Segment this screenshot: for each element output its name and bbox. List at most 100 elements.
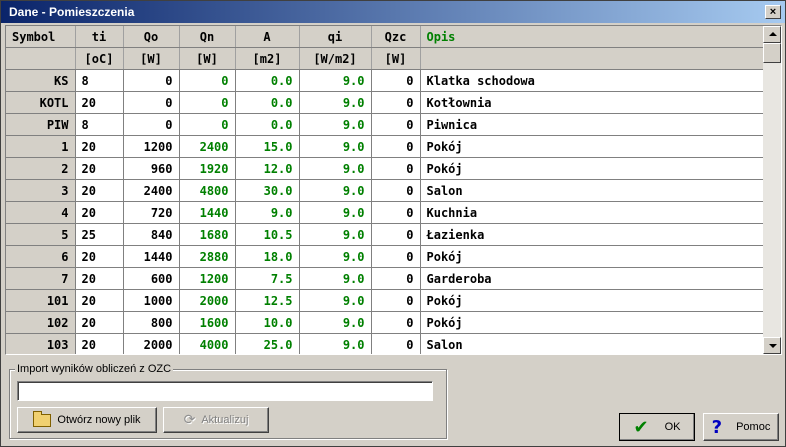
- cell-symbol[interactable]: 102: [6, 311, 76, 334]
- cell-qn[interactable]: 1680: [179, 223, 236, 246]
- cell-qi[interactable]: 9.0: [299, 245, 372, 268]
- cell-qi[interactable]: 9.0: [299, 201, 372, 224]
- cell-qzc[interactable]: 0: [371, 267, 421, 290]
- cell-a[interactable]: 10.5: [235, 223, 300, 246]
- cell-a[interactable]: 12.0: [235, 157, 300, 180]
- cell-ti[interactable]: 20: [75, 201, 124, 224]
- cell-qn[interactable]: 4000: [179, 333, 236, 354]
- cell-qo[interactable]: 0: [123, 69, 180, 92]
- cell-ti[interactable]: 20: [75, 91, 124, 114]
- cell-qzc[interactable]: 0: [371, 113, 421, 136]
- cell-qo[interactable]: 960: [123, 157, 180, 180]
- cell-qn[interactable]: 1200: [179, 267, 236, 290]
- table-row[interactable]: 102 20 800 1600 10.0 9.0 0 Pokój: [6, 311, 764, 334]
- cell-a[interactable]: 0.0: [235, 91, 300, 114]
- update-button[interactable]: ⟳ Aktualizuj: [163, 407, 269, 433]
- cell-symbol[interactable]: PIW: [6, 113, 76, 136]
- cell-opis[interactable]: Garderoba: [420, 267, 764, 290]
- cell-qo[interactable]: 840: [123, 223, 180, 246]
- cell-symbol[interactable]: 3: [6, 179, 76, 202]
- cell-ti[interactable]: 20: [75, 267, 124, 290]
- table-row[interactable]: KOTL 20 0 0 0.0 9.0 0 Kotłownia: [6, 91, 764, 114]
- table-row[interactable]: 101 20 1000 2000 12.5 9.0 0 Pokój: [6, 289, 764, 312]
- cell-qi[interactable]: 9.0: [299, 135, 372, 158]
- cell-qzc[interactable]: 0: [371, 223, 421, 246]
- cell-a[interactable]: 0.0: [235, 69, 300, 92]
- header-symbol[interactable]: Symbol: [6, 26, 76, 48]
- cell-qo[interactable]: 800: [123, 311, 180, 334]
- cell-qo[interactable]: 0: [123, 91, 180, 114]
- table-row[interactable]: PIW 8 0 0 0.0 9.0 0 Piwnica: [6, 113, 764, 136]
- cell-qzc[interactable]: 0: [371, 333, 421, 354]
- cell-symbol[interactable]: 1: [6, 135, 76, 158]
- header-ti[interactable]: ti: [75, 26, 124, 48]
- table-row[interactable]: 5 25 840 1680 10.5 9.0 0 Łazienka: [6, 223, 764, 246]
- cell-qn[interactable]: 2000: [179, 289, 236, 312]
- cell-ti[interactable]: 20: [75, 245, 124, 268]
- title-bar[interactable]: Dane - Pomieszczenia ×: [1, 1, 785, 23]
- cell-qi[interactable]: 9.0: [299, 289, 372, 312]
- cell-qi[interactable]: 9.0: [299, 91, 372, 114]
- cell-symbol[interactable]: 101: [6, 289, 76, 312]
- cell-ti[interactable]: 20: [75, 333, 124, 354]
- header-qn[interactable]: Qn: [179, 26, 236, 48]
- table-row[interactable]: KS 8 0 0 0.0 9.0 0 Klatka schodowa: [6, 69, 764, 92]
- table-row[interactable]: 4 20 720 1440 9.0 9.0 0 Kuchnia: [6, 201, 764, 224]
- cell-qi[interactable]: 9.0: [299, 333, 372, 354]
- cell-qo[interactable]: 1000: [123, 289, 180, 312]
- cell-qn[interactable]: 2880: [179, 245, 236, 268]
- cell-ti[interactable]: 20: [75, 179, 124, 202]
- table-row[interactable]: 1 20 1200 2400 15.0 9.0 0 Pokój: [6, 135, 764, 158]
- table-row[interactable]: 2 20 960 1920 12.0 9.0 0 Pokój: [6, 157, 764, 180]
- ok-button[interactable]: ✔ OK: [619, 413, 695, 441]
- cell-opis[interactable]: Pokój: [420, 289, 764, 312]
- cell-qzc[interactable]: 0: [371, 289, 421, 312]
- scroll-up-button[interactable]: [763, 26, 781, 43]
- cell-ti[interactable]: 25: [75, 223, 124, 246]
- header-a[interactable]: A: [235, 26, 300, 48]
- cell-ti[interactable]: 20: [75, 289, 124, 312]
- open-file-button[interactable]: Otwórz nowy plik: [17, 407, 157, 433]
- cell-symbol[interactable]: KOTL: [6, 91, 76, 114]
- cell-opis[interactable]: Klatka schodowa: [420, 69, 764, 92]
- cell-qi[interactable]: 9.0: [299, 113, 372, 136]
- cell-symbol[interactable]: KS: [6, 69, 76, 92]
- cell-qzc[interactable]: 0: [371, 157, 421, 180]
- cell-qzc[interactable]: 0: [371, 69, 421, 92]
- cell-qn[interactable]: 1600: [179, 311, 236, 334]
- close-button[interactable]: ×: [765, 5, 781, 19]
- cell-opis[interactable]: Pokój: [420, 135, 764, 158]
- cell-qi[interactable]: 9.0: [299, 311, 372, 334]
- vertical-scrollbar[interactable]: [763, 26, 781, 354]
- cell-opis[interactable]: Pokój: [420, 245, 764, 268]
- header-opis[interactable]: Opis: [420, 26, 764, 48]
- cell-qi[interactable]: 9.0: [299, 69, 372, 92]
- header-qo[interactable]: Qo: [123, 26, 180, 48]
- cell-ti[interactable]: 20: [75, 135, 124, 158]
- cell-opis[interactable]: Kotłownia: [420, 91, 764, 114]
- table-row[interactable]: 6 20 1440 2880 18.0 9.0 0 Pokój: [6, 245, 764, 268]
- cell-qn[interactable]: 0: [179, 113, 236, 136]
- scroll-down-button[interactable]: [763, 337, 781, 354]
- cell-qi[interactable]: 9.0: [299, 223, 372, 246]
- cell-ti[interactable]: 8: [75, 69, 124, 92]
- cell-qzc[interactable]: 0: [371, 201, 421, 224]
- cell-qi[interactable]: 9.0: [299, 179, 372, 202]
- cell-opis[interactable]: Pokój: [420, 157, 764, 180]
- cell-a[interactable]: 15.0: [235, 135, 300, 158]
- header-qi[interactable]: qi: [299, 26, 372, 48]
- cell-qi[interactable]: 9.0: [299, 267, 372, 290]
- cell-qzc[interactable]: 0: [371, 179, 421, 202]
- import-file-input[interactable]: [17, 381, 433, 401]
- table-row[interactable]: 7 20 600 1200 7.5 9.0 0 Garderoba: [6, 267, 764, 290]
- cell-ti[interactable]: 20: [75, 157, 124, 180]
- cell-qn[interactable]: 4800: [179, 179, 236, 202]
- rooms-grid[interactable]: Symbol ti Qo Qn A qi Qzc Opis [oC] [W] […: [5, 25, 782, 355]
- cell-qn[interactable]: 2400: [179, 135, 236, 158]
- cell-ti[interactable]: 8: [75, 113, 124, 136]
- cell-symbol[interactable]: 4: [6, 201, 76, 224]
- cell-a[interactable]: 9.0: [235, 201, 300, 224]
- cell-qo[interactable]: 720: [123, 201, 180, 224]
- table-row[interactable]: 3 20 2400 4800 30.0 9.0 0 Salon: [6, 179, 764, 202]
- cell-qi[interactable]: 9.0: [299, 157, 372, 180]
